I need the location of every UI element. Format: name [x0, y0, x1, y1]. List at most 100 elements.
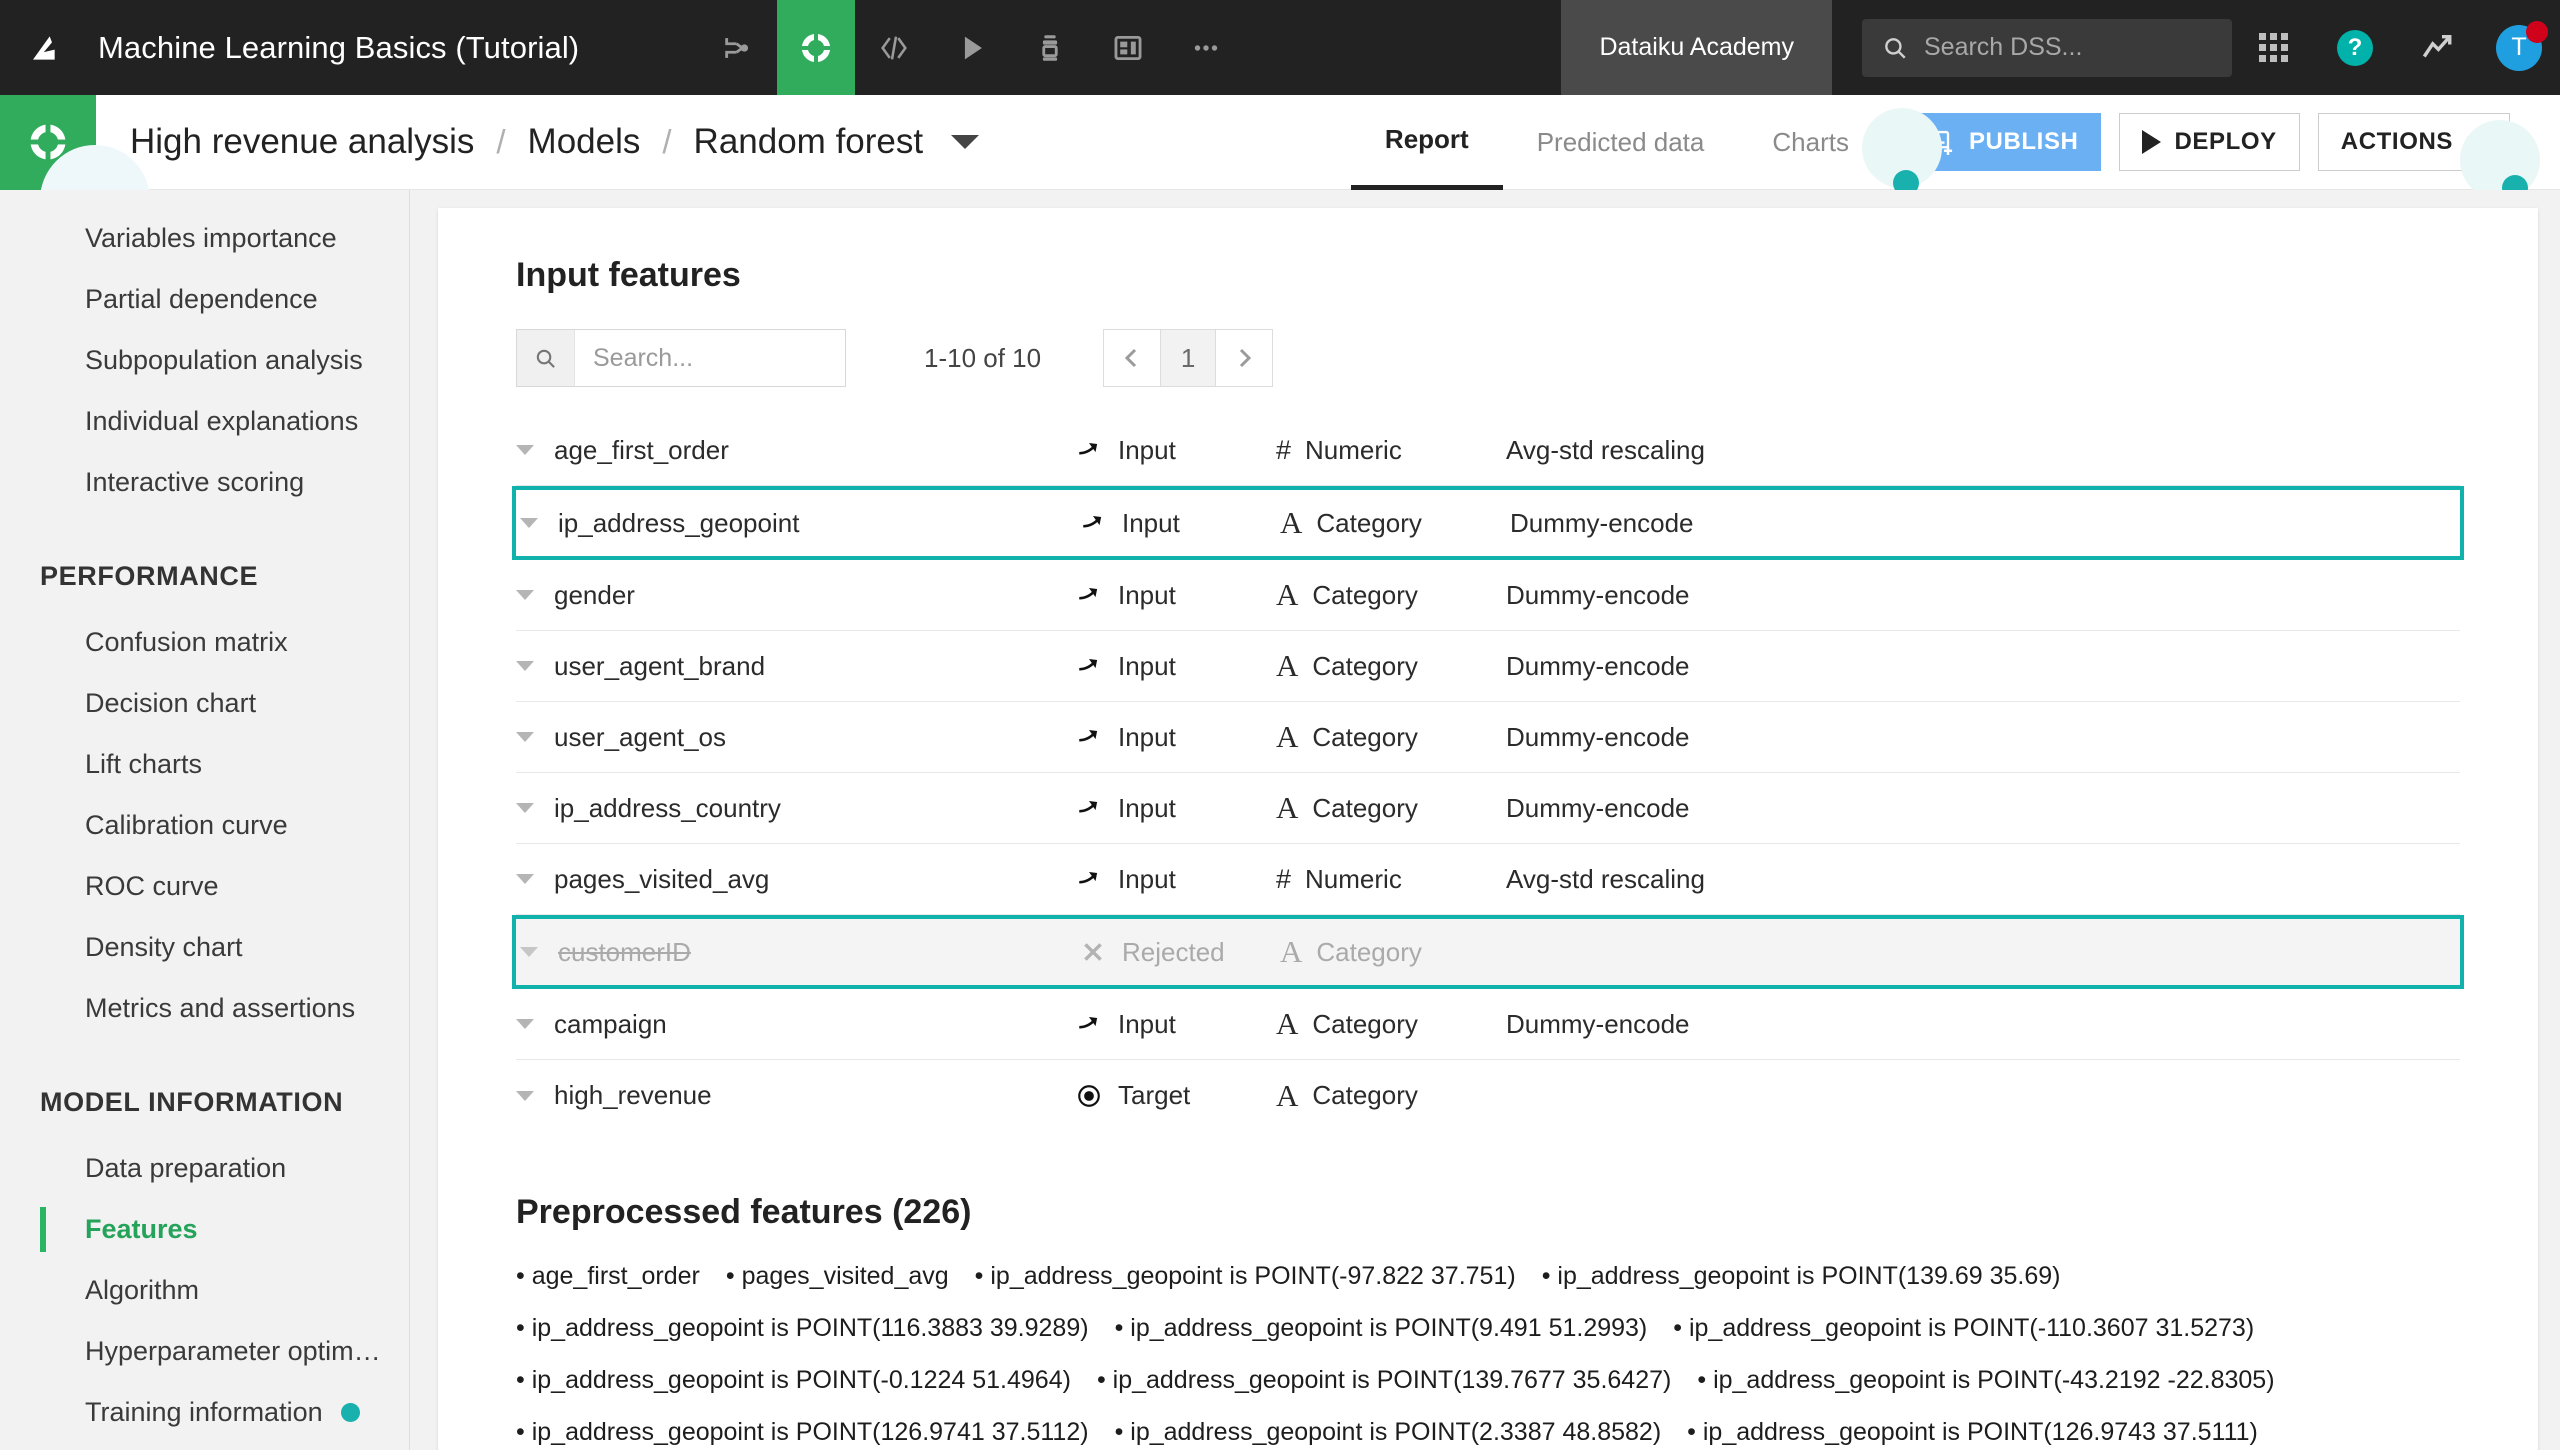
sidebar-label: Decision chart — [85, 688, 257, 718]
feature-type-cell: A Category — [1276, 790, 1506, 826]
monitoring-trend-icon[interactable] — [2396, 0, 2478, 95]
sidebar-item-subpopulation-analysis[interactable]: Subpopulation analysis — [0, 330, 409, 391]
feature-name: customerID — [558, 936, 691, 967]
sidebar-label: Data preparation — [85, 1153, 287, 1183]
expand-caret-icon[interactable] — [520, 518, 538, 528]
status-dot-icon — [340, 1403, 360, 1422]
dashboard-icon[interactable] — [1089, 0, 1167, 95]
global-search-input[interactable]: Search DSS... — [1862, 18, 2232, 77]
sidebar-item-individual-explanations[interactable]: Individual explanations — [0, 391, 409, 452]
feature-name: campaign — [554, 1008, 667, 1039]
feature-row[interactable]: campaign Input A Category Dummy-encode — [516, 989, 2460, 1060]
features-search-placeholder: Search... — [593, 343, 694, 372]
feature-row[interactable]: age_first_order Input # Numeric Avg-std resc… — [516, 415, 2460, 486]
jobs-play-icon[interactable] — [933, 0, 1011, 95]
user-avatar[interactable]: T — [2478, 0, 2560, 95]
dataiku-academy-button[interactable]: Dataiku Academy — [1561, 0, 1832, 95]
breadcrumb-model[interactable]: Random forest — [694, 122, 924, 162]
expand-caret-icon[interactable] — [516, 590, 534, 600]
deploy-button[interactable]: DEPLOY — [2118, 113, 2300, 171]
sidebar-item-variables-importance[interactable]: Variables importance — [0, 208, 409, 269]
feature-row[interactable]: customerID Rejected A Category — [512, 915, 2464, 989]
previous-page-button[interactable] — [1104, 330, 1161, 386]
next-page-button[interactable] — [1216, 330, 1273, 386]
sidebar-item-calibration-curve[interactable]: Calibration curve — [0, 795, 409, 856]
more-options-icon[interactable] — [1167, 0, 1245, 95]
features-search-input[interactable]: Search... — [516, 329, 846, 387]
automation-icon[interactable] — [1011, 0, 1089, 95]
breadcrumb-models[interactable]: Models — [528, 122, 641, 162]
deploy-label: DEPLOY — [2174, 128, 2277, 155]
feature-row[interactable]: user_agent_brand Input A Category Dummy-enco… — [516, 631, 2460, 702]
feature-name: high_revenue — [554, 1080, 712, 1110]
preprocessed-feature-line: ip_address_geopoint is POINT(116.3883 39… — [516, 1314, 2538, 1343]
feature-row[interactable]: ip_address_country Input A Category Dummy-en… — [516, 773, 2460, 844]
sidebar-item-decision-chart[interactable]: Decision chart — [0, 673, 409, 734]
feature-name-cell: ip_address_country — [516, 793, 1076, 824]
feature-type-label: Numeric — [1305, 434, 1402, 465]
feature-name: ip_address_country — [554, 792, 781, 823]
pagination-controls: 1 — [1103, 329, 1274, 387]
dataiku-bird-glyph — [33, 35, 55, 60]
sidebar-item-hyperparameter-optimization[interactable]: Hyperparameter optimiza… — [0, 1321, 409, 1382]
preprocessed-feature-item: ip_address_geopoint is POINT(116.3883 39… — [516, 1314, 1089, 1342]
feature-row[interactable]: ip_address_geopoint Input A Category Dummy-e… — [512, 486, 2464, 560]
sidebar-item-density-chart[interactable]: Density chart — [0, 917, 409, 978]
question-mark-glyph: ? — [2337, 29, 2373, 66]
preprocessed-feature-item: ip_address_geopoint is POINT(-43.2192 -2… — [1697, 1366, 2274, 1394]
feature-type-cell: A Category — [1276, 719, 1506, 755]
flow-icon[interactable] — [699, 0, 777, 95]
chevron-down-icon[interactable] — [951, 135, 980, 149]
sidebar-item-data-preparation[interactable]: Data preparation — [0, 1138, 409, 1199]
expand-caret-icon[interactable] — [516, 445, 534, 455]
feature-row[interactable]: gender Input A Category Dummy-encode — [516, 560, 2460, 631]
sidebar-item-partial-dependence[interactable]: Partial dependence — [0, 269, 409, 330]
help-icon[interactable]: ? — [2314, 0, 2396, 95]
feature-processing-cell: Avg-std rescaling — [1506, 863, 1705, 894]
sidebar-heading-model-information: MODEL INFORMATION — [40, 1087, 344, 1117]
sidebar-label: Interactive scoring — [85, 467, 305, 497]
expand-caret-icon[interactable] — [516, 732, 534, 742]
notification-badge — [2526, 20, 2548, 43]
sidebar-item-lift-charts[interactable]: Lift charts — [0, 734, 409, 795]
type-glyph-icon: A — [1276, 719, 1299, 754]
sidebar-label: Algorithm — [85, 1275, 200, 1305]
tab-predicted-data[interactable]: Predicted data — [1503, 95, 1739, 190]
feature-processing-cell: Dummy-encode — [1506, 579, 1690, 610]
feature-role-cell: Input — [1076, 580, 1276, 611]
feature-type-label: Category — [1312, 792, 1418, 823]
sidebar-item-metrics-and-assertions[interactable]: Metrics and assertions — [0, 978, 409, 1039]
sidebar-label: Hyperparameter optimiza… — [85, 1336, 385, 1366]
expand-caret-icon[interactable] — [516, 1090, 534, 1101]
tab-report[interactable]: Report — [1350, 95, 1503, 190]
sidebar-item-roc-curve[interactable]: ROC curve — [0, 856, 409, 917]
chevron-left-icon — [1124, 348, 1137, 368]
preprocessed-feature-item: ip_address_geopoint is POINT(139.69 35.6… — [1542, 1262, 2061, 1290]
feature-row[interactable]: high_revenue Target A Category — [516, 1060, 2460, 1131]
expand-caret-icon[interactable] — [516, 803, 534, 813]
sidebar-item-features[interactable]: Features — [0, 1199, 409, 1260]
expand-caret-icon[interactable] — [520, 947, 538, 957]
type-glyph-icon: A — [1276, 577, 1299, 612]
sidebar-item-confusion-matrix[interactable]: Confusion matrix — [0, 612, 409, 673]
preprocessed-feature-line: age_first_order pages_visited_avg ip_addre… — [516, 1262, 2538, 1291]
current-page-number[interactable]: 1 — [1160, 330, 1217, 386]
sidebar-item-algorithm[interactable]: Algorithm — [0, 1260, 409, 1321]
code-icon[interactable] — [855, 0, 933, 95]
tab-charts[interactable]: Charts — [1738, 95, 1883, 190]
tutorial-halo-right — [2460, 120, 2540, 200]
lab-icon[interactable] — [777, 0, 856, 95]
feature-row[interactable]: pages_visited_avg Input # Numeric Avg-std re… — [516, 844, 2460, 915]
sidebar-label: Variables importance — [85, 223, 337, 253]
expand-caret-icon[interactable] — [516, 661, 534, 671]
apps-grid-icon[interactable] — [2232, 0, 2314, 95]
breadcrumb-project[interactable]: High revenue analysis — [130, 122, 474, 162]
feature-name-cell: age_first_order — [516, 435, 1076, 466]
feature-row[interactable]: user_agent_os Input A Category Dummy-encode — [516, 702, 2460, 773]
expand-caret-icon[interactable] — [516, 1019, 534, 1029]
dataiku-logo-icon[interactable] — [0, 0, 96, 95]
expand-caret-icon[interactable] — [516, 874, 534, 884]
sidebar-item-training-information[interactable]: Training information — [0, 1382, 409, 1443]
model-report-sidebar[interactable]: Variables importance Partial dependence … — [0, 190, 410, 1450]
sidebar-item-interactive-scoring[interactable]: Interactive scoring — [0, 452, 409, 513]
